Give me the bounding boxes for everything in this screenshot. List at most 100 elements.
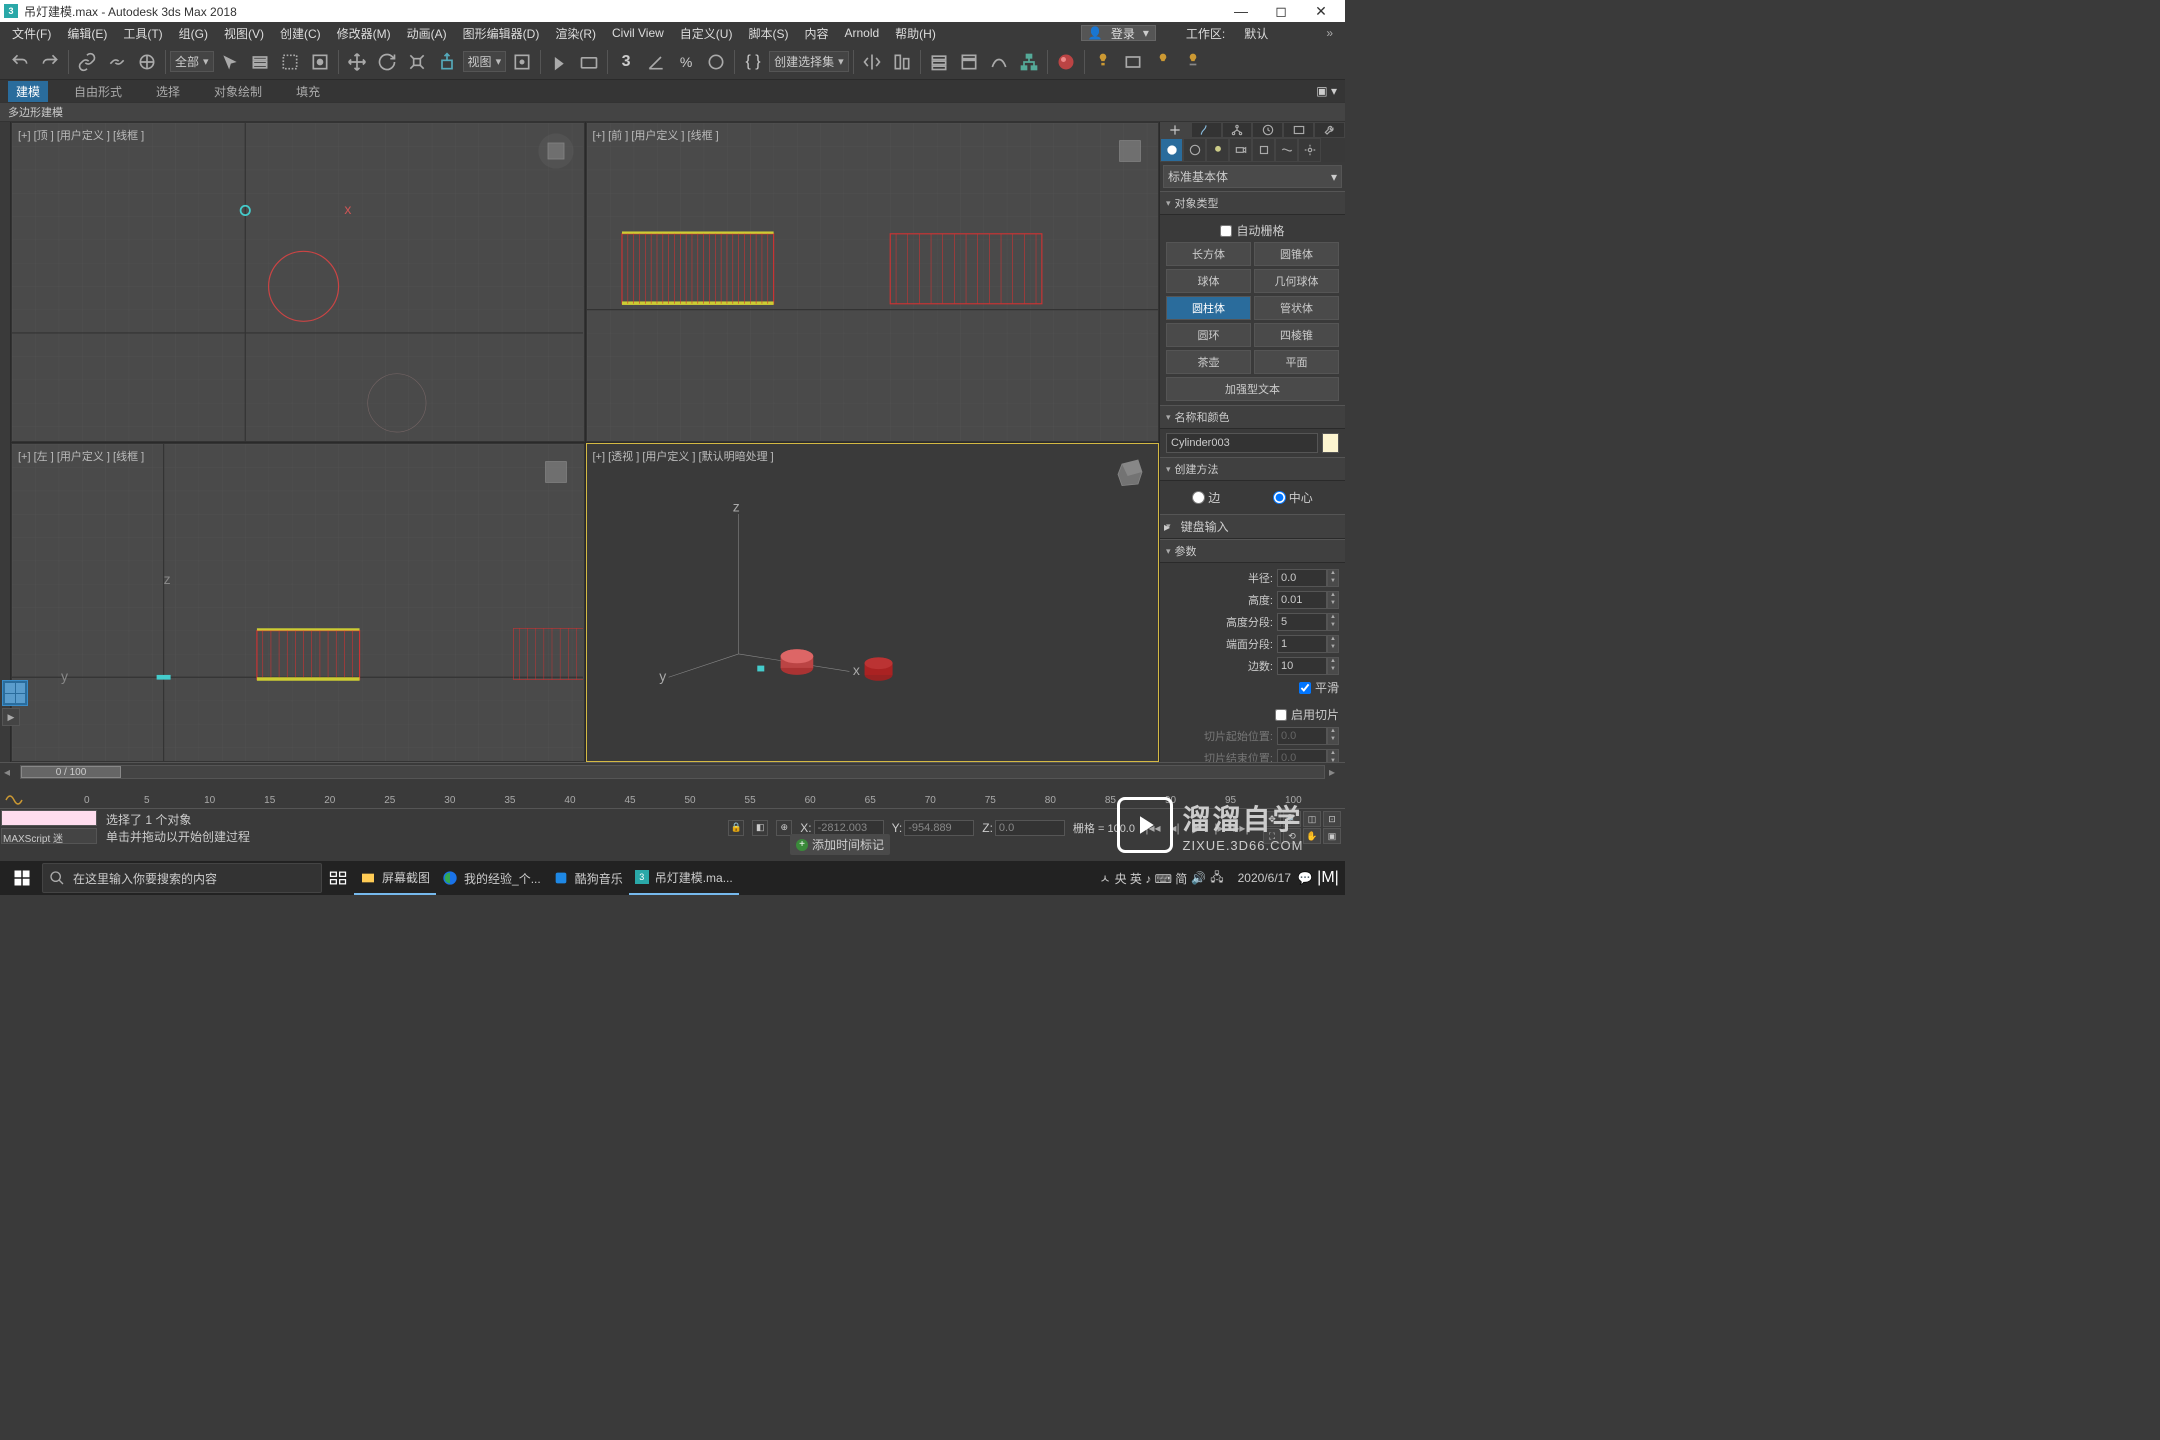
cone-button[interactable]: 圆锥体 <box>1254 242 1339 266</box>
lock-selection-icon[interactable]: 🔒 <box>728 820 744 836</box>
menu-view[interactable]: 视图(V) <box>216 25 272 42</box>
ribbon-freeform[interactable]: 自由形式 <box>66 81 130 102</box>
viewport-perspective[interactable]: [+] [透视 ] [用户定义 ] [默认明暗处理 ] z x y z x <box>586 443 1160 763</box>
render-icon[interactable] <box>1149 48 1177 76</box>
torus-button[interactable]: 圆环 <box>1166 323 1251 347</box>
isolate-icon[interactable]: ◧ <box>752 820 768 836</box>
system-tray[interactable]: ㅅ 央 英 ♪ ⌨ 简 🔊 🖧 <box>1092 868 1232 889</box>
geometry-subtab[interactable] <box>1160 138 1183 162</box>
ref-coord-dropdown[interactable]: 视图 ▾ <box>463 51 507 72</box>
maximize-button[interactable]: ◻ <box>1261 0 1301 22</box>
move-icon[interactable] <box>343 48 371 76</box>
snap-toggle-icon[interactable]: 3 <box>612 48 640 76</box>
notifications-icon[interactable]: 💬 <box>1297 863 1313 893</box>
create-tab[interactable] <box>1160 122 1191 138</box>
toggle-ribbon-icon[interactable] <box>955 48 983 76</box>
geosphere-button[interactable]: 几何球体 <box>1254 269 1339 293</box>
parameters-rollout[interactable]: 参数 <box>1160 539 1345 563</box>
time-slider[interactable]: ◂ 0 / 100 ▸ <box>0 762 1345 780</box>
maxscript-listener[interactable]: MAXScript 迷 <box>1 828 97 844</box>
ribbon-object-paint[interactable]: 对象绘制 <box>206 81 270 102</box>
scale-icon[interactable] <box>403 48 431 76</box>
select-icon[interactable] <box>216 48 244 76</box>
window-crossing-icon[interactable] <box>306 48 334 76</box>
align-icon[interactable] <box>888 48 916 76</box>
category-dropdown[interactable]: 标准基本体▾ <box>1163 165 1342 188</box>
viewport-top[interactable]: [+] [顶 ] [用户定义 ] [线框 ] y x x <box>11 122 585 442</box>
height-spinner[interactable]: ▲▼ <box>1327 591 1339 609</box>
slice-on-check[interactable] <box>1275 709 1287 721</box>
link-icon[interactable] <box>73 48 101 76</box>
viewport-layout-button[interactable] <box>2 680 28 706</box>
menu-modifier[interactable]: 修改器(M) <box>329 25 399 42</box>
radius-input[interactable] <box>1277 569 1327 587</box>
height-input[interactable] <box>1277 591 1327 609</box>
textplus-button[interactable]: 加强型文本 <box>1166 377 1339 401</box>
pyramid-button[interactable]: 四棱锥 <box>1254 323 1339 347</box>
ribbon-modeling[interactable]: 建模 <box>8 81 48 102</box>
viewcube-icon[interactable] <box>1110 452 1150 492</box>
smooth-check[interactable] <box>1299 682 1311 694</box>
hseg-spinner[interactable]: ▲▼ <box>1327 613 1339 631</box>
unlink-icon[interactable] <box>103 48 131 76</box>
timeline-config-icon[interactable] <box>4 788 24 806</box>
viewcube-icon[interactable] <box>1110 131 1150 171</box>
creation-method-rollout[interactable]: 创建方法 <box>1160 457 1345 481</box>
menu-render[interactable]: 渲染(R) <box>547 25 604 42</box>
search-box[interactable]: 在这里输入你要搜索的内容 <box>42 863 322 893</box>
helpers-subtab[interactable] <box>1252 138 1275 162</box>
menu-file[interactable]: 文件(F) <box>4 25 59 42</box>
layer-explorer-icon[interactable] <box>925 48 953 76</box>
schematic-view-icon[interactable] <box>1015 48 1043 76</box>
menu-create[interactable]: 创建(C) <box>272 25 329 42</box>
center-radio[interactable]: 中心 <box>1273 489 1313 506</box>
sides-spinner[interactable]: ▲▼ <box>1327 657 1339 675</box>
menu-tools[interactable]: 工具(T) <box>115 25 170 42</box>
taskbar-item[interactable]: 我的经验_个... <box>436 861 547 895</box>
lights-subtab[interactable] <box>1206 138 1229 162</box>
display-tab[interactable] <box>1283 122 1314 138</box>
viewport-left-label[interactable]: [+] [左 ] [用户定义 ] [线框 ] <box>18 448 144 464</box>
menu-script[interactable]: 脚本(S) <box>740 25 796 42</box>
manipulate-icon[interactable] <box>545 48 573 76</box>
render-frame-icon[interactable] <box>1119 48 1147 76</box>
systems-subtab[interactable] <box>1298 138 1321 162</box>
ime-indicator[interactable]: |M| <box>1313 863 1343 893</box>
motion-tab[interactable] <box>1252 122 1283 138</box>
taskbar-item[interactable]: 3吊灯建模.ma... <box>629 861 739 895</box>
mirror-icon[interactable] <box>858 48 886 76</box>
cseg-input[interactable] <box>1277 635 1327 653</box>
transform-type-icon[interactable]: ⊕ <box>776 820 792 836</box>
login-dropdown[interactable]: 👤 登录 ▾ <box>1081 25 1156 41</box>
menu-chevron[interactable]: » <box>1318 26 1341 40</box>
viewport-left[interactable]: [+] [左 ] [用户定义 ] [线框 ] z y z y <box>11 443 585 763</box>
ribbon-populate[interactable]: 填充 <box>288 81 328 102</box>
task-view-icon[interactable] <box>322 861 354 895</box>
viewport-nav-button[interactable]: ▶ <box>2 708 20 726</box>
spinner-snap-icon[interactable] <box>702 48 730 76</box>
percent-snap-icon[interactable]: % <box>672 48 700 76</box>
keyboard-entry-rollout[interactable]: ▸ 键盘输入 <box>1160 514 1345 539</box>
angle-snap-icon[interactable] <box>642 48 670 76</box>
hseg-input[interactable] <box>1277 613 1327 631</box>
teapot-button[interactable]: 茶壶 <box>1166 350 1251 374</box>
ribbon-collapse-icon[interactable]: ▣ ▾ <box>1316 84 1337 98</box>
spacewarps-subtab[interactable] <box>1275 138 1298 162</box>
name-color-rollout[interactable]: 名称和颜色 <box>1160 405 1345 429</box>
auto-grid-check[interactable] <box>1220 225 1232 237</box>
object-name-input[interactable] <box>1166 433 1318 453</box>
menu-civil[interactable]: Civil View <box>604 26 672 40</box>
menu-arnold[interactable]: Arnold <box>836 26 887 40</box>
minimize-button[interactable]: — <box>1221 0 1261 22</box>
plane-button[interactable]: 平面 <box>1254 350 1339 374</box>
selection-set-dropdown[interactable]: 创建选择集 ▾ <box>769 51 849 72</box>
cameras-subtab[interactable] <box>1229 138 1252 162</box>
modify-tab[interactable] <box>1191 122 1222 138</box>
listener-input[interactable] <box>1 810 97 826</box>
curve-editor-icon[interactable] <box>985 48 1013 76</box>
render-production-icon[interactable] <box>1179 48 1207 76</box>
menu-help[interactable]: 帮助(H) <box>887 25 944 42</box>
start-button[interactable] <box>2 861 42 895</box>
edit-selection-set-icon[interactable]: { } <box>739 48 767 76</box>
scene-explorer-collapsed[interactable] <box>0 122 11 762</box>
